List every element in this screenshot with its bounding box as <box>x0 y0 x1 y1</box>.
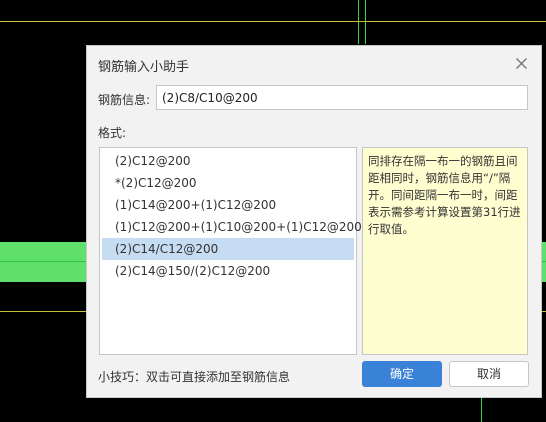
rebar-input-assistant-dialog: 钢筋输入小助手 钢筋信息: 格式: (2)C12@200 *(2)C12@200… <box>86 45 542 398</box>
format-item[interactable]: (1)C12@200+(1)C10@200+(1)C12@200 <box>102 216 362 238</box>
cancel-button[interactable]: 取消 <box>449 361 529 387</box>
canvas-line <box>365 0 366 44</box>
format-item[interactable]: (2)C14@150/(2)C12@200 <box>102 260 354 282</box>
ok-button[interactable]: 确定 <box>362 361 442 387</box>
tip-hint: 小技巧：双击可直接添加至钢筋信息 <box>98 370 291 384</box>
canvas-line <box>0 21 546 22</box>
rebar-info-label: 钢筋信息: <box>98 93 151 107</box>
canvas-line <box>481 398 482 422</box>
format-item[interactable]: (2)C12@200 <box>102 150 354 172</box>
format-item[interactable]: (1)C14@200+(1)C12@200 <box>102 194 354 216</box>
canvas-line <box>358 0 359 44</box>
close-icon[interactable] <box>515 57 528 70</box>
format-list[interactable]: (2)C12@200 *(2)C12@200 (1)C14@200+(1)C12… <box>99 147 362 355</box>
format-item-selected[interactable]: (2)C14/C12@200 <box>102 238 354 260</box>
rebar-info-input[interactable] <box>156 85 528 110</box>
format-tip-panel: 同排存在隔一布一的钢筋且间距相同时，钢筋信息用“/”隔开。同间距隔一布一时，间距… <box>362 147 528 355</box>
format-item[interactable]: *(2)C12@200 <box>102 172 354 194</box>
format-label: 格式: <box>98 126 127 140</box>
dialog-title: 钢筋输入小助手 <box>98 60 190 75</box>
